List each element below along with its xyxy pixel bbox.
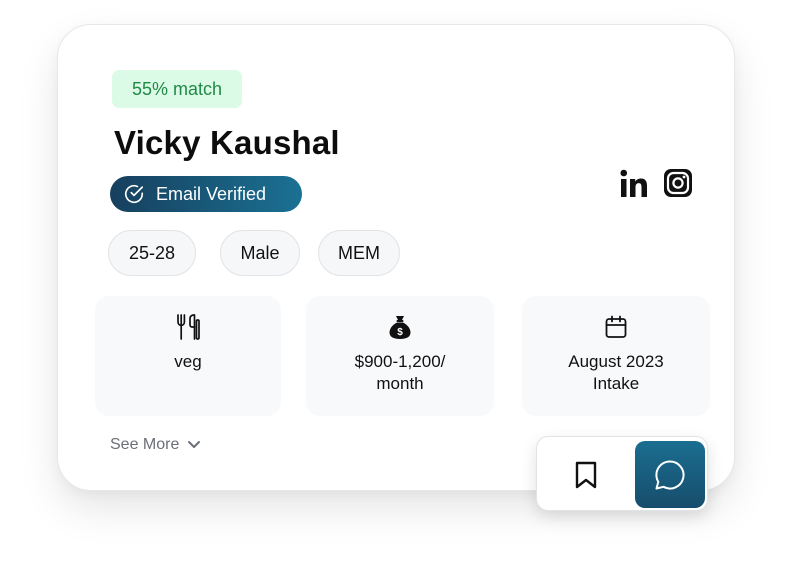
bookmark-button[interactable] [555, 451, 617, 499]
age-chip: 25-28 [108, 230, 196, 276]
intake-line-2: Intake [592, 374, 640, 393]
see-more-toggle[interactable]: See More [110, 436, 201, 454]
calendar-icon [605, 315, 627, 338]
email-verified-badge: Email Verified [110, 176, 302, 212]
gender-chip: Male [220, 230, 300, 276]
intake-tile: August 2023 Intake [522, 296, 710, 416]
check-circle-icon [124, 185, 144, 203]
gender-chip-label: Male [240, 242, 280, 263]
svg-text:$: $ [397, 327, 403, 338]
intake-line-1: August 2023 [568, 352, 664, 371]
budget-tile: $ $900-1,200/ month [306, 296, 494, 416]
program-chip-label: MEM [338, 242, 380, 263]
profile-name: Vicky Kaushal [114, 124, 340, 161]
budget-line-1: $900-1,200/ [354, 352, 446, 371]
age-chip-label: 25-28 [128, 242, 176, 263]
chat-bubble-icon [655, 459, 685, 489]
see-more-label: See More [110, 436, 180, 453]
budget-line-2: month [376, 374, 424, 393]
chevron-down-icon [188, 441, 201, 448]
bookmark-icon [575, 461, 597, 489]
money-bag-icon: $ [389, 316, 411, 339]
action-bar [536, 436, 708, 511]
match-text: 55% match [131, 78, 223, 99]
chat-button[interactable] [635, 441, 705, 508]
diet-tile: veg [95, 296, 281, 416]
program-chip: MEM [318, 230, 400, 276]
fork-knife-icon [177, 314, 200, 340]
instagram-icon[interactable] [664, 169, 692, 197]
linkedin-icon[interactable] [620, 168, 648, 198]
diet-text: veg [174, 352, 202, 371]
verified-label: Email Verified [156, 183, 267, 204]
match-badge: 55% match [112, 70, 242, 108]
